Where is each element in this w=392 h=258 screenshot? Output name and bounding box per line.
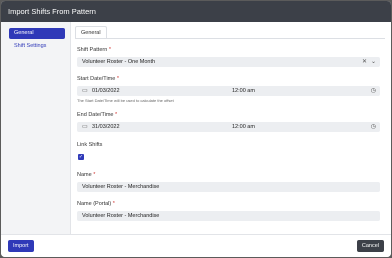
required-marker: * [108,47,111,53]
name-portal-input[interactable]: Volunteer Roster - Merchandise [77,211,380,221]
start-datetime-field[interactable]: ▭ 01/03/2022 12:00 am ◷ [77,86,380,96]
link-shifts-checkbox[interactable]: ✓ [78,154,84,160]
end-time-value[interactable]: 12:00 am [232,122,255,132]
link-shifts-label: Link Shifts [77,142,103,148]
name-portal-label-text: Name (Portal) [77,201,112,207]
calendar-icon[interactable]: ▭ [82,122,88,132]
sidebar-item-general[interactable]: General [9,28,65,39]
dialog-title: Import Shifts From Pattern [8,7,96,16]
name-portal-value: Volunteer Roster - Merchandise [82,213,160,219]
name-input[interactable]: Volunteer Roster - Merchandise [77,182,380,192]
start-datetime-label: Start Date/Time * [77,76,119,82]
check-icon: ✓ [78,154,84,160]
dialog-titlebar: Import Shifts From Pattern [1,1,391,22]
sidebar-item-shift-settings[interactable]: Shift Settings [9,41,65,52]
start-datetime-hint: The Start Date/Time will be used to calc… [77,98,174,103]
name-label: Name * [77,172,95,178]
clock-icon[interactable]: ◷ [371,86,376,96]
end-date-value[interactable]: 31/03/2022 [92,122,120,132]
import-shifts-dialog: Import Shifts From Pattern General Shift… [1,1,391,257]
end-datetime-field[interactable]: ▭ 31/03/2022 12:00 am ◷ [77,122,380,132]
required-marker: * [112,201,115,207]
import-button[interactable]: Import [8,240,34,252]
end-datetime-label-text: End Date/Time [77,112,114,118]
shift-pattern-label-text: Shift Pattern [77,47,108,53]
name-portal-label: Name (Portal) * [77,201,115,207]
start-date-value[interactable]: 01/03/2022 [92,86,120,96]
clock-icon[interactable]: ◷ [371,122,376,132]
main-content: General Shift Pattern * Volunteer Roster… [72,22,391,234]
required-marker: * [116,76,119,82]
start-datetime-label-text: Start Date/Time [77,76,116,82]
required-marker: * [115,112,118,118]
shift-pattern-value: Volunteer Roster - One Month [82,59,156,65]
sidebar: General Shift Settings [1,22,71,234]
required-marker: * [93,172,96,178]
start-time-value[interactable]: 12:00 am [232,86,255,96]
cancel-button[interactable]: Cancel [356,240,384,252]
chevron-down-icon[interactable]: ⌄ [371,57,376,67]
name-label-text: Name [77,172,92,178]
clear-icon[interactable]: ✕ [362,57,367,67]
shift-pattern-label: Shift Pattern * [77,47,111,53]
dialog-footer: Import Cancel [1,234,391,257]
tab-general[interactable]: General [75,26,107,38]
shift-pattern-select[interactable]: Volunteer Roster - One Month ✕ ⌄ [77,57,380,67]
calendar-icon[interactable]: ▭ [82,86,88,96]
tab-divider [75,38,385,39]
end-datetime-label: End Date/Time * [77,112,117,118]
name-value: Volunteer Roster - Merchandise [82,184,160,190]
